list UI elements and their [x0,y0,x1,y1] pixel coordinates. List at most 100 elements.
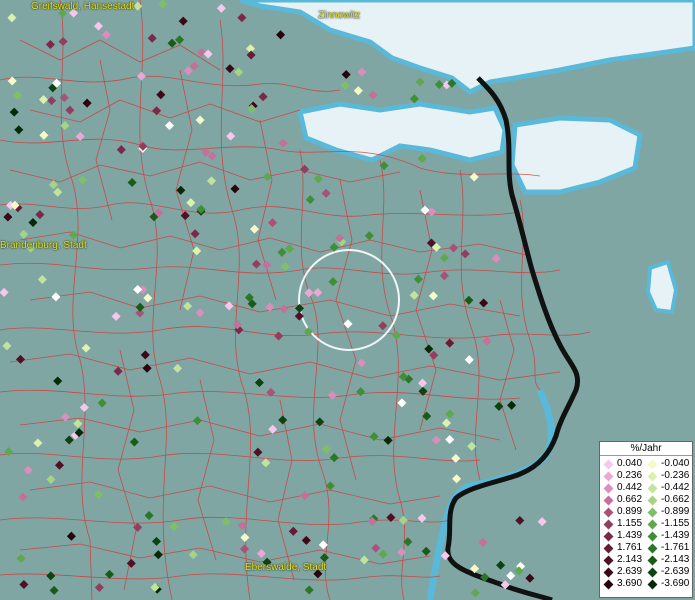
station-marker[interactable] [469,172,479,182]
station-marker[interactable] [300,164,310,174]
station-marker[interactable] [38,95,49,105]
station-marker[interactable] [178,16,188,26]
station-marker[interactable] [284,244,295,254]
station-marker[interactable] [49,585,59,595]
station-marker[interactable] [288,526,298,536]
station-marker[interactable] [195,308,205,318]
station-marker[interactable] [278,138,288,148]
station-marker[interactable] [175,35,185,45]
station-marker[interactable] [81,343,91,353]
station-marker[interactable] [506,571,516,581]
station-marker[interactable] [77,175,88,185]
station-marker[interactable] [452,474,462,484]
station-marker[interactable] [392,330,402,341]
station-marker[interactable] [258,92,268,102]
station-marker[interactable] [313,287,323,298]
station-marker[interactable] [97,398,107,408]
city-label-greifswald[interactable]: Greifswald, Hansestadt [31,1,134,12]
station-marker[interactable] [195,115,205,125]
station-marker[interactable] [427,207,437,217]
station-marker[interactable] [441,418,452,428]
station-marker[interactable] [19,579,29,590]
station-marker[interactable] [397,547,407,557]
station-marker[interactable] [482,336,492,346]
station-marker[interactable] [203,49,213,59]
station-marker[interactable] [445,434,455,445]
station-marker[interactable] [183,301,193,311]
station-marker[interactable] [429,350,439,360]
station-marker[interactable] [274,331,284,341]
station-marker[interactable] [262,260,272,270]
station-marker[interactable] [7,13,17,23]
station-marker[interactable] [378,549,388,559]
station-marker[interactable] [251,259,261,269]
station-marker[interactable] [413,274,423,284]
station-marker[interactable] [277,247,287,257]
station-marker[interactable] [329,453,339,463]
station-marker[interactable] [94,582,104,593]
station-marker[interactable] [4,447,14,457]
station-marker[interactable] [101,30,111,40]
station-marker[interactable] [439,253,449,263]
station-marker[interactable] [176,185,186,195]
city-label-zinnowitz[interactable]: Zinnowitz [318,10,360,21]
station-marker[interactable] [261,458,271,468]
map-view[interactable]: Greifswald, Hansestadt Zinnowitz Branden… [0,0,695,600]
station-marker[interactable] [470,588,480,598]
station-marker[interactable] [249,224,260,234]
station-marker[interactable] [54,460,65,470]
station-marker[interactable] [294,303,305,313]
station-marker[interactable] [127,177,137,188]
station-marker[interactable] [460,249,470,259]
station-marker[interactable] [234,67,244,77]
station-marker[interactable] [23,465,33,475]
station-marker[interactable] [537,517,547,527]
station-marker[interactable] [196,47,207,57]
station-marker[interactable] [126,558,136,568]
station-marker[interactable] [66,531,76,541]
station-marker[interactable] [28,217,38,228]
station-marker[interactable] [428,291,438,301]
station-marker[interactable] [16,553,26,563]
city-label-brandenburg[interactable]: Brandenburg, Stadt [0,240,87,251]
station-marker[interactable] [2,341,12,351]
station-marker[interactable] [93,21,104,31]
station-marker[interactable] [415,77,425,87]
station-marker[interactable] [305,195,315,205]
station-marker[interactable] [143,293,153,303]
station-marker[interactable] [133,284,143,295]
station-marker[interactable] [144,510,154,521]
station-marker[interactable] [142,363,152,373]
station-marker[interactable] [417,378,428,388]
station-marker[interactable] [82,98,92,108]
station-marker[interactable] [448,243,459,253]
station-marker[interactable] [65,105,75,115]
station-marker[interactable] [304,288,314,298]
station-marker[interactable] [359,555,369,565]
station-marker[interactable] [216,3,226,13]
station-marker[interactable] [353,86,363,96]
station-marker[interactable] [267,218,278,228]
station-marker[interactable] [445,409,455,419]
station-marker[interactable] [19,229,29,239]
station-marker[interactable] [111,311,121,321]
station-marker[interactable] [479,298,489,308]
station-marker[interactable] [341,69,351,80]
station-marker[interactable] [172,363,183,373]
station-marker[interactable] [35,210,45,220]
station-marker[interactable] [167,38,177,48]
station-marker[interactable] [206,176,217,186]
station-marker[interactable] [371,543,381,553]
station-marker[interactable] [276,30,286,40]
station-marker[interactable] [301,535,311,545]
station-marker[interactable] [434,79,444,90]
station-marker[interactable] [321,444,331,454]
station-marker[interactable] [15,354,26,364]
station-marker[interactable] [79,402,89,413]
station-marker[interactable] [129,437,139,447]
station-marker[interactable] [451,453,461,463]
station-marker[interactable] [254,378,264,388]
city-label-eberswalde[interactable]: Eberswalde, Stadt [245,562,326,573]
station-marker[interactable] [280,262,290,272]
station-marker[interactable] [364,231,374,241]
